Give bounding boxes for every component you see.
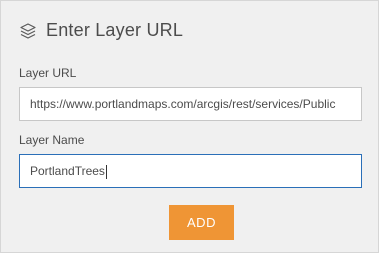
enter-layer-url-panel: Enter Layer URL Layer URL https://www.po… [0, 0, 379, 253]
text-caret [105, 164, 107, 179]
layers-icon [19, 22, 37, 40]
layer-name-value: PortlandTrees [30, 164, 105, 178]
panel-header: Enter Layer URL [19, 20, 183, 41]
panel-title: Enter Layer URL [46, 20, 184, 40]
layer-url-input[interactable]: https://www.portlandmaps.com/arcgis/rest… [19, 87, 362, 121]
layer-url-label: Layer URL [19, 66, 77, 80]
layer-name-label: Layer Name [19, 133, 85, 147]
layer-name-input[interactable]: PortlandTrees [19, 154, 362, 188]
layer-url-value: https://www.portlandmaps.com/arcgis/rest… [30, 97, 336, 111]
add-button[interactable]: ADD [169, 205, 234, 240]
